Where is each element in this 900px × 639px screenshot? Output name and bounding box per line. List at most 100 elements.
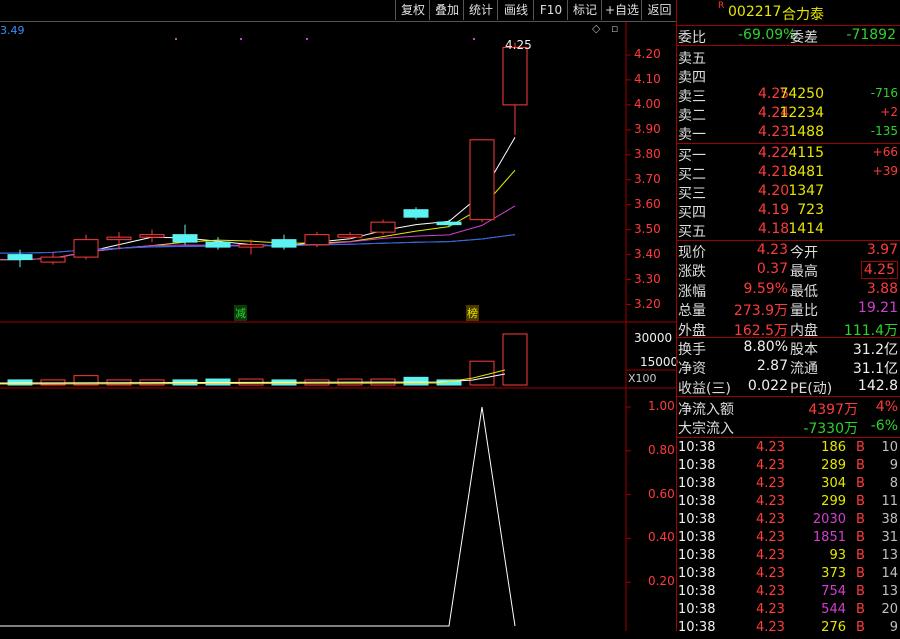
quote-row: 外盘 162.5万 内盘 111.4万 — [676, 320, 900, 339]
statistics-button[interactable]: 统计 — [463, 0, 498, 20]
bid-row[interactable]: 买四 4.19 723 — [676, 202, 900, 221]
last-price-label: 4.25 — [505, 38, 532, 52]
tick-volume: 276 — [821, 620, 846, 635]
ask-row[interactable]: 卖一 4.23 1488 -135 — [676, 124, 900, 143]
ask-row[interactable]: 卖二 4.24 12234 +2 — [676, 105, 900, 124]
ask-change: -716 — [870, 86, 898, 100]
weibi-label: 委比 — [678, 30, 706, 46]
quote-value: 9.59% — [743, 280, 788, 297]
candle[interactable] — [40, 256, 66, 263]
ask-label: 卖四 — [678, 70, 706, 86]
volume-bar[interactable] — [502, 333, 528, 386]
ask-row[interactable]: 卖三 4.25 74250 -716 — [676, 86, 900, 105]
stats-label: 股本 — [790, 342, 818, 358]
ask-label: 卖一 — [678, 127, 706, 143]
candle[interactable] — [502, 46, 528, 106]
bid-row[interactable]: 买五 4.18 1414 — [676, 221, 900, 240]
flow-percent: -6% — [870, 418, 898, 434]
price-tick: 3.90 — [634, 121, 661, 136]
stock-code[interactable]: 002217 — [728, 4, 781, 20]
stats-label: PE(动) — [790, 380, 833, 397]
margin-flag: R — [718, 1, 725, 11]
tick-time: 10:38 — [678, 512, 716, 527]
tick-row[interactable]: 10:38 4.23 186 B 10 — [676, 440, 900, 459]
tick-volume: 93 — [829, 548, 846, 563]
candle[interactable] — [271, 239, 297, 248]
bid-price: 4.20 — [758, 183, 790, 199]
tick-count: 31 — [881, 530, 898, 545]
candle[interactable] — [106, 236, 132, 241]
tick-side: B — [856, 512, 865, 527]
candle[interactable] — [436, 221, 462, 226]
candle[interactable] — [370, 221, 396, 233]
mark-button[interactable]: 标记 — [567, 0, 602, 20]
quote-label: 量比 — [790, 303, 818, 320]
flow-percent: 4% — [875, 399, 898, 415]
draw-line-button[interactable]: 画线 — [497, 0, 534, 20]
tick-row[interactable]: 10:38 4.23 299 B 11 — [676, 494, 900, 513]
divider — [676, 437, 900, 438]
overlay-button[interactable]: 叠加 — [429, 0, 464, 20]
tick-price: 4.23 — [756, 494, 785, 509]
volume-bar[interactable] — [469, 360, 495, 386]
stats-value: 31.1亿 — [852, 361, 898, 378]
tick-row[interactable]: 10:38 4.23 754 B 13 — [676, 584, 900, 603]
tick-volume: 754 — [821, 584, 846, 599]
candle[interactable] — [205, 241, 231, 248]
ask-row[interactable]: 卖四 — [676, 67, 900, 86]
candle[interactable] — [73, 239, 99, 258]
billboard-marker[interactable]: 榜 — [466, 305, 479, 321]
candle[interactable] — [304, 234, 330, 246]
bid-row[interactable]: 买三 4.20 1347 — [676, 183, 900, 202]
quote-label: 最高 — [790, 264, 818, 281]
tick-row[interactable]: 10:38 4.23 93 B 13 — [676, 548, 900, 567]
tick-volume: 299 — [821, 494, 846, 509]
stock-name[interactable]: 合力泰 — [782, 4, 824, 24]
weicha-label: 委差 — [790, 30, 818, 46]
bid-label: 买五 — [678, 224, 706, 240]
candle[interactable] — [337, 234, 363, 238]
tick-price: 4.23 — [756, 566, 785, 581]
divider — [676, 45, 900, 46]
add-watchlist-button[interactable]: +自选 — [601, 0, 642, 20]
tick-row[interactable]: 10:38 4.23 289 B 9 — [676, 458, 900, 477]
f10-button[interactable]: F10 — [533, 0, 568, 20]
bid-price: 4.19 — [758, 202, 790, 218]
tick-row[interactable]: 10:38 4.23 1851 B 31 — [676, 530, 900, 549]
back-button[interactable]: 返回 — [641, 0, 677, 20]
settings-icon[interactable]: ▫ — [611, 22, 618, 35]
tick-row[interactable]: 10:38 4.23 544 B 20 — [676, 602, 900, 621]
reduce-marker[interactable]: 减 — [234, 305, 247, 321]
bid-row[interactable]: 买二 4.21 8481 +39 — [676, 164, 900, 183]
tick-side: B — [856, 584, 865, 599]
tick-row[interactable]: 10:38 4.23 304 B 8 — [676, 476, 900, 495]
tick-row[interactable]: 10:38 4.23 276 B 9 — [676, 620, 900, 639]
volume-bar[interactable] — [403, 376, 429, 386]
quote-row: 现价 4.23 今开 3.97 — [676, 242, 900, 261]
ask-row[interactable]: 卖五 — [676, 48, 900, 67]
bid-row[interactable]: 买一 4.22 4115 +66 — [676, 145, 900, 164]
indicator-tick: 1.00 — [648, 399, 675, 413]
candle[interactable] — [7, 254, 33, 261]
candle[interactable] — [238, 244, 264, 248]
restore-rights-button[interactable]: 复权 — [395, 0, 430, 20]
weicha-value: -71892 — [846, 27, 896, 43]
divider — [676, 337, 900, 338]
candle[interactable] — [172, 234, 198, 243]
quote-value: 19.21 — [857, 300, 898, 317]
candle[interactable] — [469, 139, 495, 221]
diamond-icon[interactable]: ◇ — [592, 22, 600, 35]
kline-chart[interactable] — [0, 22, 676, 631]
quote-row: 总量 273.9万 量比 19.21 — [676, 300, 900, 319]
tick-row[interactable]: 10:38 4.23 2030 B 38 — [676, 512, 900, 531]
divider — [676, 25, 900, 26]
ma-value-label: 3.49 — [0, 24, 25, 37]
candle[interactable] — [139, 234, 165, 238]
quote-value: 273.9万 — [733, 303, 788, 320]
tick-row[interactable]: 10:38 4.23 373 B 14 — [676, 566, 900, 585]
tick-count: 10 — [881, 440, 898, 455]
bid-price: 4.21 — [758, 164, 790, 180]
ask-change: +2 — [880, 105, 898, 119]
stats-label: 净资 — [678, 361, 706, 378]
candle[interactable] — [403, 209, 429, 218]
